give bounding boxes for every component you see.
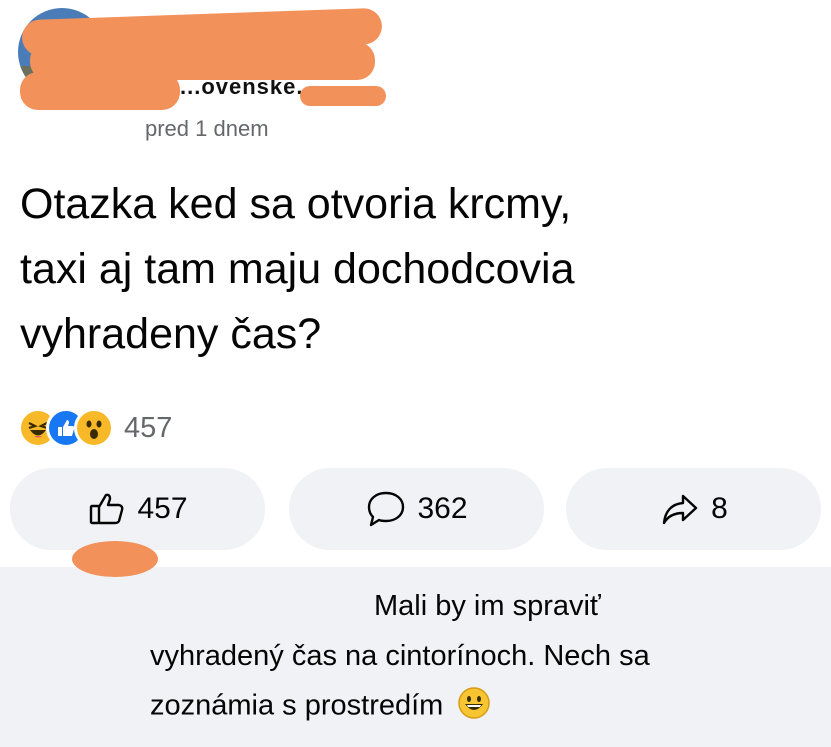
reactions-summary[interactable]: 457 xyxy=(18,408,172,448)
post-body: Otazka ked sa otvoria krcmy, taxi aj tam… xyxy=(20,172,810,367)
comment-text-line: vyhradený čas na cintorínoch. Nech sa xyxy=(150,640,650,672)
comment-bubble-icon xyxy=(368,491,405,527)
like-count: 457 xyxy=(137,492,188,525)
like-button[interactable]: 457 xyxy=(10,468,265,550)
comment-text-line: zoznámia s prostredím xyxy=(150,686,491,728)
wow-icon xyxy=(74,408,114,448)
comment-text: zoznámia s prostredím xyxy=(150,689,444,722)
share-arrow-icon xyxy=(662,494,698,525)
reaction-count: 457 xyxy=(124,411,173,444)
thumbs-up-icon xyxy=(90,493,124,525)
post-text-line: vyhradeny čas? xyxy=(20,310,322,358)
redaction-mark xyxy=(20,72,180,110)
share-button[interactable]: 8 xyxy=(566,468,821,550)
redaction-mark xyxy=(300,86,386,106)
share-count: 8 xyxy=(711,492,728,525)
comment-count: 362 xyxy=(417,492,468,525)
comment-text-line: Mali by im spraviť xyxy=(374,590,601,622)
post-timestamp[interactable]: pred 1 dnem xyxy=(145,116,269,142)
redaction-mark xyxy=(72,541,158,577)
grinning-face-icon xyxy=(457,686,491,728)
post-text-line: Otazka ked sa otvoria krcmy, xyxy=(20,180,572,228)
comment-button[interactable]: 362 xyxy=(289,468,544,550)
post-text-line: taxi aj tam maju dochodcovia xyxy=(20,245,575,293)
